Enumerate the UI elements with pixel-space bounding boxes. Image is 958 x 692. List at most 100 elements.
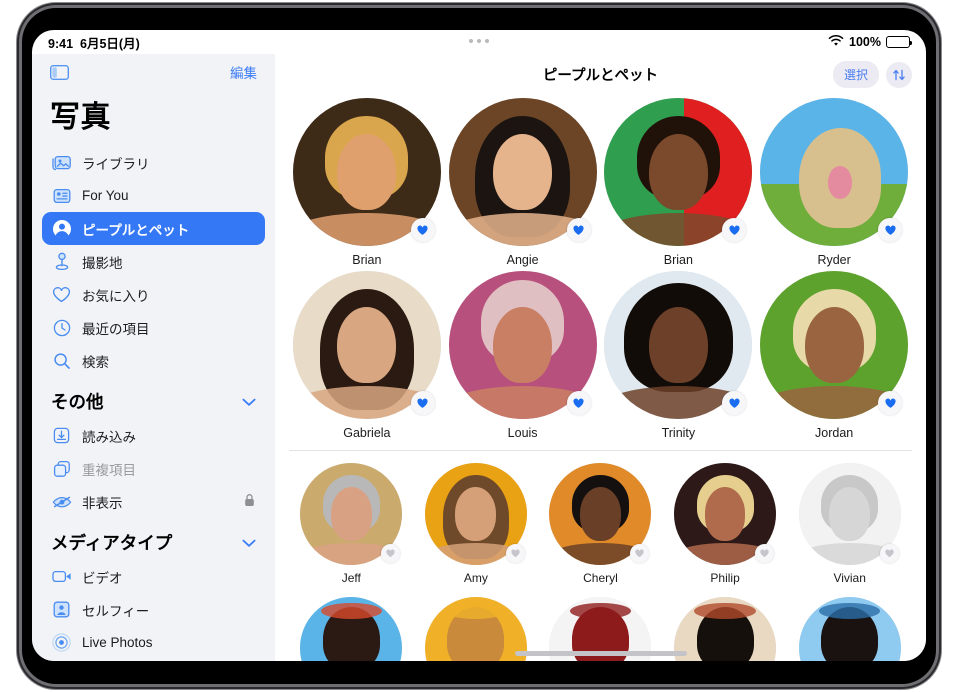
- content-area: ピープルとペット 選択 Brian Angie Brian Ryder Gabriel…: [275, 54, 926, 661]
- sidebar-item-videos[interactable]: ビデオ: [42, 560, 265, 593]
- avatar-wrapper[interactable]: [292, 98, 441, 246]
- avatar-face: [648, 133, 708, 211]
- wifi-icon: [828, 34, 844, 50]
- sidebar-item-import[interactable]: 読み込み: [42, 419, 265, 452]
- people-pets-icon: [51, 218, 72, 239]
- sidebar-item-duplicates[interactable]: 重複項目: [42, 452, 265, 485]
- avatar[interactable]: [674, 597, 777, 661]
- multitask-dot: [469, 39, 473, 43]
- person-card-partial[interactable]: [787, 597, 912, 661]
- avatar-wrapper[interactable]: [760, 271, 909, 419]
- person-card[interactable]: Jeff: [289, 463, 414, 585]
- chevron-down-icon[interactable]: [242, 532, 256, 553]
- person-card[interactable]: Ryder: [756, 98, 912, 267]
- sidebar-header: 編集: [42, 54, 265, 90]
- sidebar-item-library[interactable]: ライブラリ: [42, 146, 265, 179]
- photo-library-icon: [51, 152, 72, 173]
- avatar-accent: [445, 603, 507, 620]
- search-icon: [51, 350, 72, 371]
- avatar[interactable]: [300, 597, 403, 661]
- multitask-dots-icon[interactable]: [469, 39, 489, 43]
- multitask-dot: [485, 39, 489, 43]
- select-button[interactable]: 選択: [832, 61, 879, 88]
- avatar-wrapper[interactable]: [424, 463, 527, 565]
- avatar-face: [648, 306, 708, 384]
- duplicates-icon: [51, 458, 72, 479]
- sidebar-item-live-photos[interactable]: Live Photos: [42, 626, 265, 659]
- avatar-wrapper[interactable]: [292, 271, 441, 419]
- person-card[interactable]: Jordan: [756, 271, 912, 440]
- person-card[interactable]: Brian: [601, 98, 757, 267]
- sidebar-item-portrait[interactable]: ポートレート: [42, 659, 265, 661]
- person-name: Louis: [507, 426, 538, 440]
- avatar-wrapper[interactable]: [604, 271, 753, 419]
- people-grid-scroll[interactable]: Brian Angie Brian Ryder Gabriela Louis Trinit…: [275, 94, 926, 661]
- avatar-face: [804, 306, 864, 384]
- favorite-heart-icon[interactable]: [878, 391, 903, 415]
- home-indicator[interactable]: [514, 651, 687, 656]
- avatar-wrapper[interactable]: [674, 463, 777, 565]
- sidebar-item-hidden[interactable]: 非表示: [42, 485, 265, 518]
- status-bar-left: 9:41 6月5日(月): [48, 33, 140, 52]
- avatar-background: [300, 597, 403, 661]
- sidebar-item-people-and-pets[interactable]: ピープルとペット: [42, 212, 265, 245]
- avatar-wrapper[interactable]: [448, 271, 597, 419]
- sidebar-toggle-icon[interactable]: [49, 64, 70, 80]
- person-card[interactable]: Louis: [445, 271, 601, 440]
- sidebar-item-for-you[interactable]: For You: [42, 179, 265, 212]
- person-card[interactable]: Vivian: [787, 463, 912, 585]
- favorite-heart-icon[interactable]: [878, 218, 903, 242]
- avatar[interactable]: [424, 597, 527, 661]
- avatar-face: [337, 133, 397, 211]
- favorite-heart-icon[interactable]: [410, 391, 435, 415]
- avatar[interactable]: [798, 597, 901, 661]
- content-title: ピープルとペット: [542, 67, 659, 84]
- favorite-heart-icon[interactable]: [410, 218, 435, 242]
- content-header: ピープルとペット 選択: [275, 54, 926, 94]
- person-card[interactable]: Amy: [414, 463, 539, 585]
- avatar-wrapper[interactable]: [300, 463, 403, 565]
- sidebar-item-places[interactable]: 撮影地: [42, 245, 265, 278]
- avatar-wrapper[interactable]: [760, 98, 909, 246]
- sidebar-item-selfies[interactable]: セルフィー: [42, 593, 265, 626]
- avatar-face: [829, 487, 871, 541]
- people-row-others: Jeff Amy Cheryl Philip Vivian: [275, 451, 926, 585]
- heart-outline-icon[interactable]: [505, 544, 525, 563]
- edit-button[interactable]: 編集: [230, 62, 257, 82]
- person-name: Jeff: [341, 571, 361, 585]
- avatar-wrapper[interactable]: [604, 98, 753, 246]
- heart-icon: [51, 284, 72, 305]
- person-card[interactable]: Brian: [289, 98, 445, 267]
- avatar-wrapper[interactable]: [798, 463, 901, 565]
- sidebar-item-search[interactable]: 検索: [42, 344, 265, 377]
- video-icon: [51, 566, 72, 587]
- sort-arrows-icon[interactable]: [886, 61, 912, 88]
- person-card[interactable]: Trinity: [601, 271, 757, 440]
- sidebar-section-media-types[interactable]: メディアタイプ: [42, 518, 265, 560]
- avatar-face: [455, 487, 497, 541]
- person-card[interactable]: Gabriela: [289, 271, 445, 440]
- sidebar: 編集 写真 ライブラリ For You ピープルとペット 撮影地 お気に入り 最…: [32, 54, 275, 661]
- heart-outline-icon[interactable]: [755, 544, 775, 563]
- avatar-wrapper[interactable]: [448, 98, 597, 246]
- person-card[interactable]: Cheryl: [538, 463, 663, 585]
- heart-outline-icon[interactable]: [879, 544, 899, 563]
- avatar-face: [337, 306, 397, 384]
- map-pin-icon: [51, 251, 72, 272]
- sidebar-item-favorites[interactable]: お気に入り: [42, 278, 265, 311]
- sidebar-item-recents[interactable]: 最近の項目: [42, 311, 265, 344]
- sidebar-section-title: その他: [51, 392, 104, 412]
- person-card[interactable]: Philip: [663, 463, 788, 585]
- people-row-partial: [275, 585, 926, 661]
- chevron-down-icon[interactable]: [242, 391, 256, 412]
- avatar-wrapper[interactable]: [549, 463, 652, 565]
- person-card[interactable]: Angie: [445, 98, 601, 267]
- favorite-heart-icon[interactable]: [566, 391, 591, 415]
- person-card-partial[interactable]: [289, 597, 414, 661]
- avatar-background: [674, 597, 777, 661]
- favorite-heart-icon[interactable]: [566, 218, 591, 242]
- status-date: 6月5日(月): [80, 36, 140, 51]
- sidebar-section-other[interactable]: その他: [42, 377, 265, 419]
- sidebar-item-label: ライブラリ: [82, 156, 150, 172]
- avatar-background: [424, 597, 527, 661]
